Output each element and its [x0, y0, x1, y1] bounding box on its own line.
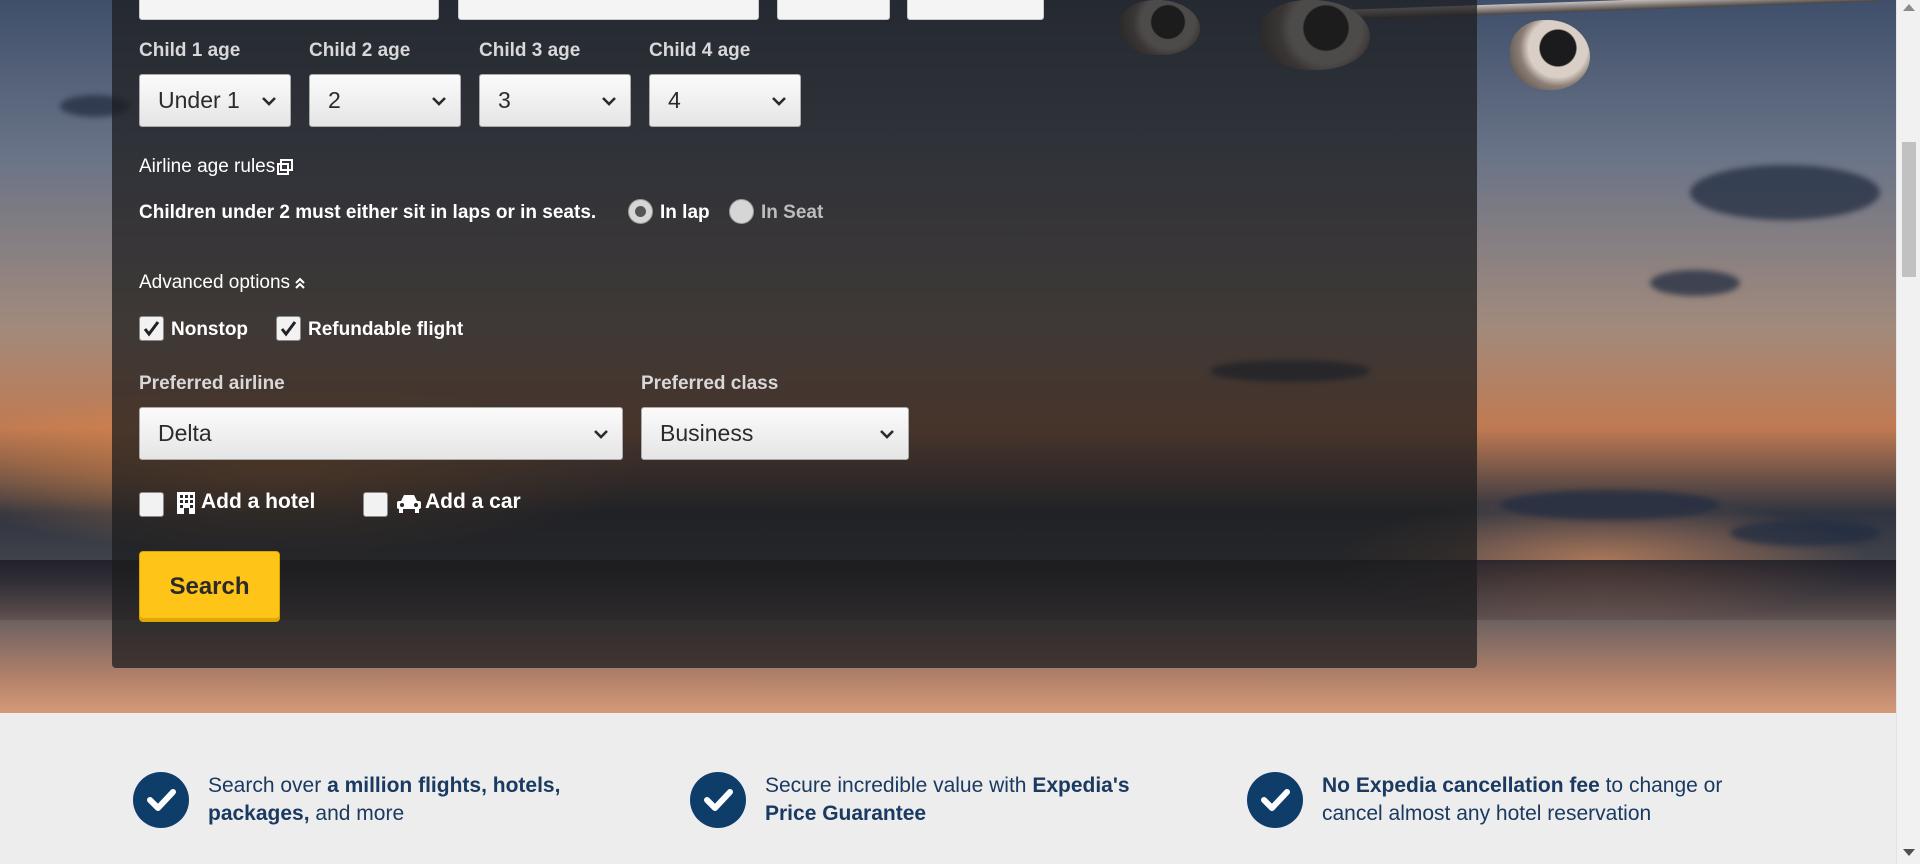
- chevron-down-icon: [594, 430, 608, 439]
- page-scrollbar[interactable]: [1896, 0, 1920, 864]
- chevron-down-icon: [262, 97, 276, 106]
- feature-text: Search over a million flights, hotels, p…: [208, 772, 648, 828]
- child-2-age-value: 2: [328, 87, 341, 113]
- checkmark-icon: [280, 321, 297, 337]
- external-link-icon: [277, 159, 294, 175]
- building-icon: [177, 492, 195, 514]
- search-button[interactable]: Search: [139, 551, 280, 622]
- child-1-age-value: Under 1: [158, 87, 240, 113]
- count-select-partial[interactable]: [777, 0, 890, 20]
- chevron-down-icon: [772, 97, 786, 106]
- plane-engine: [1510, 20, 1590, 90]
- feature-text: No Expedia cancellation fee to change or…: [1322, 772, 1742, 828]
- child-3-age-value: 3: [498, 87, 511, 113]
- count-select-partial[interactable]: [907, 0, 1044, 20]
- check-circle-icon: [133, 772, 189, 828]
- cloud: [1690, 165, 1880, 220]
- refundable-label[interactable]: Refundable flight: [308, 319, 463, 341]
- child-1-age-select[interactable]: Under 1: [139, 74, 291, 127]
- feature-text-pre: Search over: [208, 774, 328, 797]
- chevron-down-icon: [880, 430, 894, 439]
- in-lap-radio[interactable]: [628, 199, 653, 224]
- check-circle-icon: [1247, 772, 1303, 828]
- in-seat-label[interactable]: In Seat: [761, 202, 823, 224]
- child-4-age-value: 4: [668, 87, 681, 113]
- flight-search-panel: Child 1 age Child 2 age Child 3 age Chil…: [112, 0, 1477, 668]
- chevron-down-icon: [602, 97, 616, 106]
- child-3-age-label: Child 3 age: [479, 40, 581, 61]
- preferred-class-select[interactable]: Business: [641, 407, 909, 460]
- airline-age-rules-link[interactable]: Airline age rules: [139, 156, 294, 178]
- child-3-age-select[interactable]: 3: [479, 74, 631, 127]
- airline-age-rules-label: Airline age rules: [139, 156, 276, 177]
- in-seat-radio[interactable]: [729, 199, 754, 224]
- in-lap-label[interactable]: In lap: [660, 202, 710, 224]
- chevron-down-icon: [432, 97, 446, 106]
- feature-text-pre: Secure incredible value with: [765, 774, 1033, 797]
- child-2-age-select[interactable]: 2: [309, 74, 461, 127]
- child-2-age-label: Child 2 age: [309, 40, 411, 61]
- add-hotel-label[interactable]: Add a hotel: [201, 490, 315, 514]
- refundable-checkbox[interactable]: [276, 316, 301, 341]
- preferred-airline-label: Preferred airline: [139, 373, 285, 394]
- add-car-label[interactable]: Add a car: [425, 490, 521, 514]
- advanced-options-toggle[interactable]: Advanced options: [139, 272, 306, 294]
- nonstop-checkbox[interactable]: [139, 316, 164, 341]
- chevron-double-up-icon: [295, 277, 305, 289]
- cloud: [1500, 490, 1720, 520]
- scroll-down-icon[interactable]: [1903, 849, 1915, 856]
- add-hotel-checkbox[interactable]: [139, 492, 164, 517]
- checkmark-icon: [143, 321, 160, 337]
- add-car-checkbox[interactable]: [363, 492, 388, 517]
- scroll-thumb[interactable]: [1902, 142, 1916, 277]
- check-circle-icon: [690, 772, 746, 828]
- cloud: [1730, 520, 1880, 546]
- child-4-age-label: Child 4 age: [649, 40, 751, 61]
- feature-text-bold: No Expedia cancellation fee: [1322, 774, 1600, 797]
- date-input-partial[interactable]: [458, 0, 759, 20]
- date-input-partial[interactable]: [139, 0, 439, 20]
- child-1-age-label: Child 1 age: [139, 40, 241, 61]
- child-4-age-select[interactable]: 4: [649, 74, 801, 127]
- cloud: [1650, 270, 1740, 296]
- feature-text-post: and more: [309, 802, 405, 825]
- scroll-up-icon[interactable]: [1903, 4, 1915, 11]
- feature-text: Secure incredible value with Expedia's P…: [765, 772, 1165, 828]
- seating-prompt: Children under 2 must either sit in laps…: [139, 202, 597, 223]
- car-icon: [397, 495, 421, 513]
- nonstop-label[interactable]: Nonstop: [171, 319, 248, 341]
- preferred-airline-select[interactable]: Delta: [139, 407, 623, 460]
- preferred-airline-value: Delta: [158, 420, 212, 446]
- preferred-class-value: Business: [660, 420, 754, 446]
- advanced-options-label: Advanced options: [139, 272, 291, 293]
- preferred-class-label: Preferred class: [641, 373, 779, 394]
